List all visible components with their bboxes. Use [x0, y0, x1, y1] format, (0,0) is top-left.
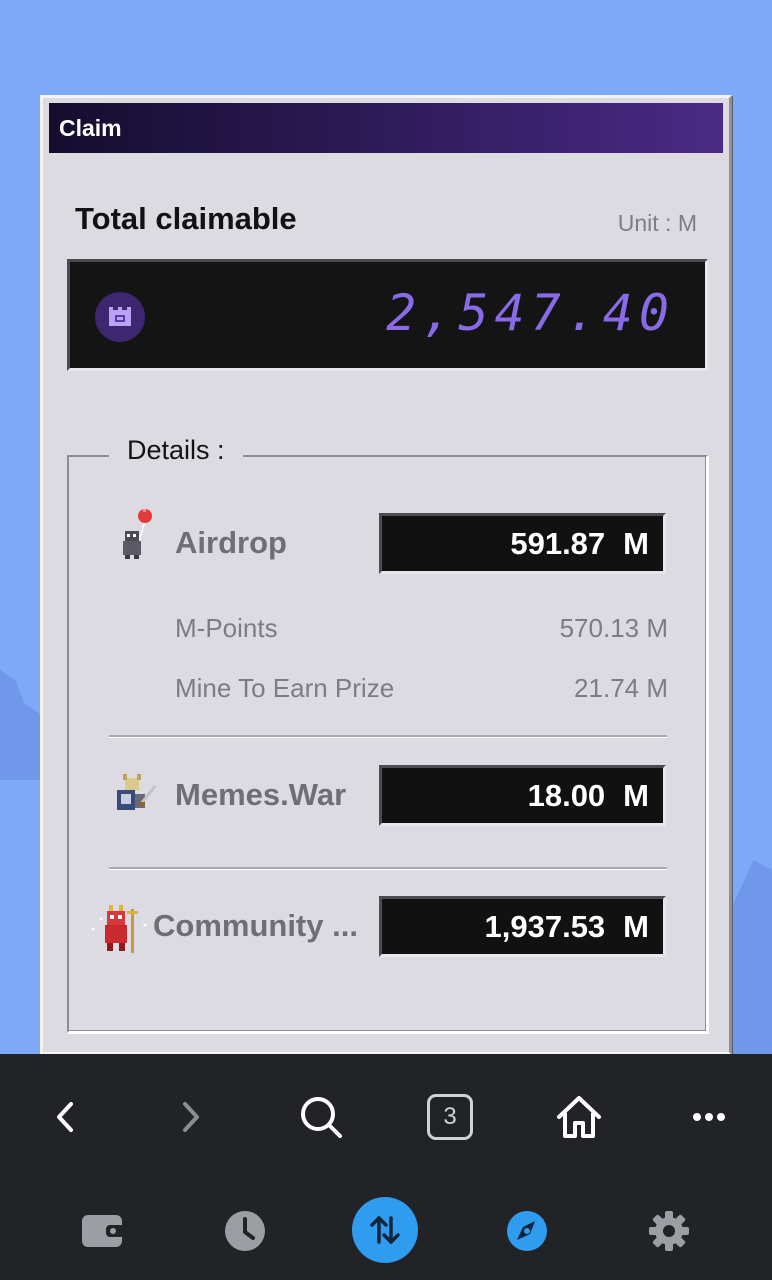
airdrop-label: Airdrop — [175, 525, 287, 560]
history-button[interactable] — [220, 1206, 270, 1256]
swap-button[interactable] — [352, 1197, 418, 1263]
airdrop-unit: M — [623, 525, 649, 561]
discover-button[interactable] — [502, 1206, 552, 1256]
clock-icon — [225, 1211, 265, 1251]
window-titlebar: Claim — [49, 103, 723, 153]
chevron-left-icon — [57, 1102, 73, 1132]
search-button[interactable] — [294, 1090, 348, 1144]
claim-window: Claim Total claimable Unit : M 2,547.40 … — [40, 95, 732, 1055]
browser-navbar: 3 — [0, 1054, 772, 1280]
compass-icon — [507, 1211, 547, 1251]
window-title: Claim — [59, 114, 122, 141]
airdrop-value-box: 591.87 M — [379, 513, 666, 574]
airdrop-value: 591.87 — [510, 525, 606, 561]
home-button[interactable] — [552, 1090, 606, 1144]
memes-war-icon — [111, 764, 159, 824]
tabs-button[interactable]: 3 — [424, 1091, 476, 1143]
chevron-right-icon — [183, 1102, 199, 1132]
details-group: Details : Airdrop 591.87 M M-Points 570.… — [67, 435, 708, 1033]
forward-button[interactable] — [166, 1092, 216, 1142]
token-icon — [95, 292, 145, 342]
back-button[interactable] — [40, 1092, 90, 1142]
search-icon — [301, 1097, 342, 1138]
memes-war-value: 18.00 — [527, 777, 606, 813]
swap-icon — [370, 1216, 400, 1244]
community-unit: M — [623, 908, 649, 944]
memes-war-unit: M — [623, 777, 649, 813]
details-legend: Details : — [109, 435, 243, 466]
divider — [109, 735, 667, 737]
wallet-button[interactable] — [78, 1206, 128, 1256]
community-icon — [87, 899, 153, 959]
community-value: 1,937.53 — [484, 908, 606, 944]
mine-to-earn-label: Mine To Earn Prize — [175, 673, 395, 703]
airdrop-icon — [115, 507, 163, 567]
background-decoration — [726, 860, 772, 1060]
total-claimable-value: 2,547.40 — [386, 284, 675, 342]
total-claimable-label: Total claimable — [75, 201, 297, 236]
m-points-value: 570.13 M — [559, 613, 668, 643]
memes-war-value-box: 18.00 M — [379, 765, 666, 826]
gear-icon — [649, 1211, 689, 1251]
more-button[interactable] — [682, 1092, 736, 1142]
community-label: Community ... — [153, 908, 358, 943]
wallet-icon — [82, 1215, 124, 1247]
swap-circle — [352, 1197, 418, 1263]
divider — [109, 867, 667, 869]
community-value-box: 1,937.53 M — [379, 896, 666, 957]
tab-count: 3 — [427, 1094, 473, 1140]
unit-label: Unit : M — [617, 210, 697, 236]
background-decoration — [0, 670, 40, 780]
total-claimable-display: 2,547.40 — [67, 259, 708, 371]
m-points-label: M-Points — [175, 613, 278, 643]
settings-button[interactable] — [644, 1206, 694, 1256]
more-icon — [693, 1113, 725, 1121]
memes-war-label: Memes.War — [175, 777, 347, 812]
home-icon — [557, 1096, 601, 1138]
mine-to-earn-value: 21.74 M — [574, 673, 668, 703]
